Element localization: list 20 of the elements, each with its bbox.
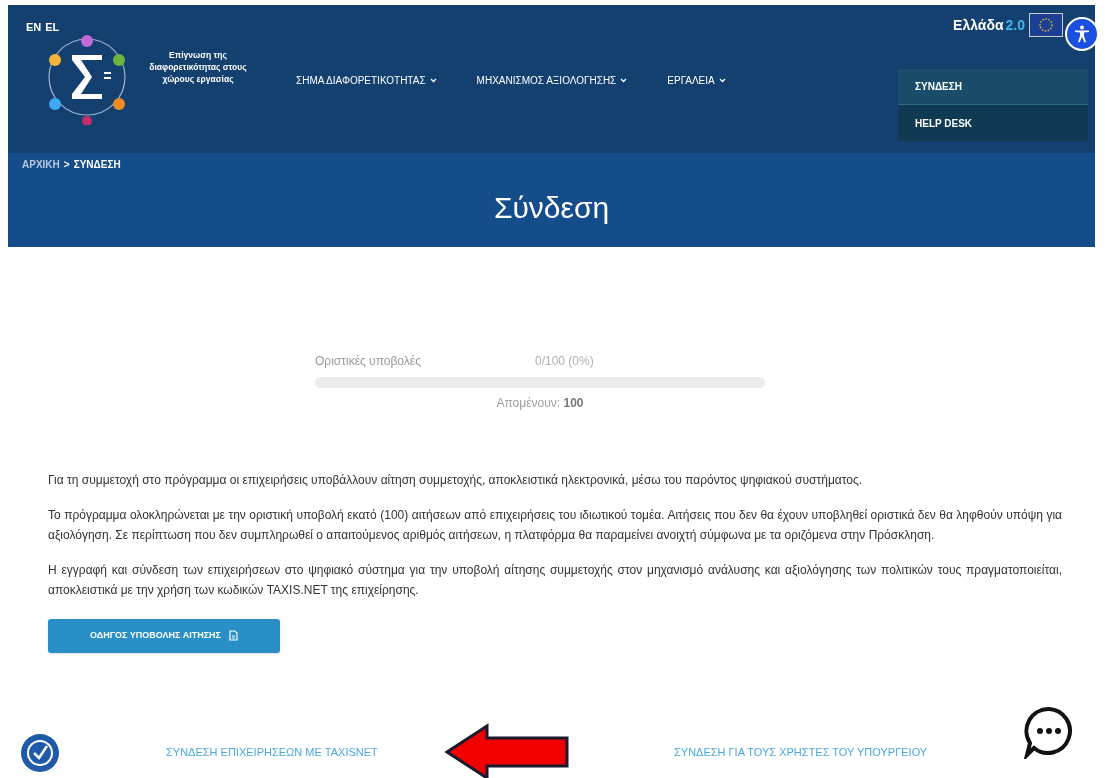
nav-menu-item[interactable]: ΣΗΜΑ ΔΙΑΦΟΡΕΤΙΚΟΤΗΤΑΣ <box>296 73 437 88</box>
breadcrumb-link[interactable]: ΣΥΝΔΕΣΗ <box>73 157 121 172</box>
breadcrumb-separator: > <box>63 158 70 172</box>
user-menu-item[interactable]: ΣΥΝΔΕΣΗ <box>898 69 1088 105</box>
progress-label: Οριστικές υποβολές <box>315 353 422 370</box>
language-button[interactable]: EL <box>45 19 60 36</box>
user-menu-item[interactable]: HELP DESK <box>898 105 1088 141</box>
partner-logo: Ελλάδα2.0 <box>953 18 1025 32</box>
guide-button[interactable]: ΟΔΗΓΟΣ ΥΠΟΒΟΛΗΣ ΑΙΤΗΣΗΣ <box>48 618 280 653</box>
page-title: Σύνδεση <box>493 193 610 223</box>
nav-menu-item[interactable]: ΜΗΧΑΝΙΣΜΟΣ ΑΞΙΟΛΟΓΗΣΗΣ <box>476 73 628 88</box>
language-button[interactable]: EN <box>26 19 42 36</box>
logo-text: Επίγνωση της διαφορετικότητας στους χώρους εργασίας <box>148 49 248 85</box>
breadcrumb-link[interactable]: ΑΡΧΙΚΗ <box>22 157 60 172</box>
info-paragraph: Το πρόγραμμα ολοκληρώνεται με την οριστική υποβολή εκατό (100) αιτήσεων από επιχειρήσεις του ιδιωτικού τομέα. Αιτήσεις που δεν θα έχουν υποβληθεί οριστικά δεν θα ληφθούν υπόψη για αξιολόγηση. Σε περίπτωση που δεν συμπληρωθεί ο απαιτούμενος αριθμός αιτήσεων, η πλατφόρμα θα παραμείνει ανοιχτή σύμφωνα με τα οριζόμενα στην Πρόσκληση. <box>48 506 1062 544</box>
info-paragraph: Για τη συμμετοχή στο πρόγραμμα οι επιχειρήσεις υποβάλλουν αίτηση συμμετοχής, αποκλειστικά ηλεκτρονικά, μέσω του παρόντος ψηφιακού συστήματος. <box>48 472 864 489</box>
progress-reading: 0/100 (0%) <box>535 353 594 370</box>
remaining-count: Απομένουν: 100 <box>495 395 585 412</box>
info-paragraph: Η εγγραφή και σύνδεση των επιχειρήσεων στο ψηφιακό σύστημα για την υποβολή αίτησης συμμετοχής στον μηχανισμό ανάλυσης και αξιολόγησης των πολιτικών τους πραγματοποιείται, αποκλειστικά με την χρήση των κωδικών TAXIS.NET της επιχείρησης. <box>48 561 1062 599</box>
nav-menu-item[interactable]: ΕΡΓΑΛΕΙΑ <box>667 73 726 88</box>
